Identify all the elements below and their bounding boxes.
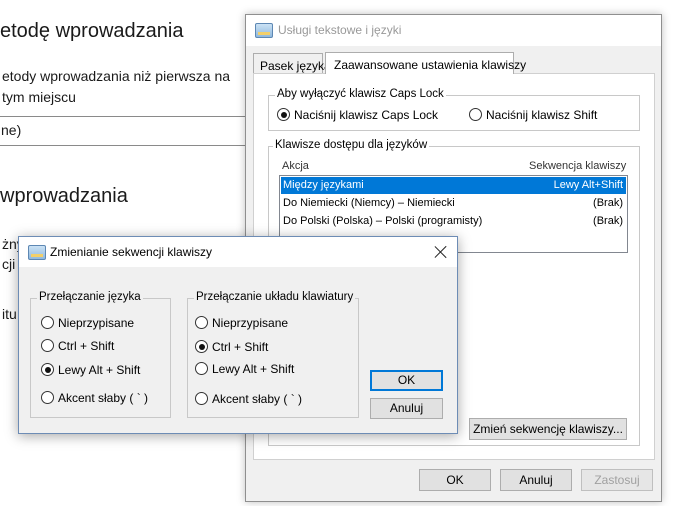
radio-unselected-icon	[41, 316, 54, 329]
row-sequence: Lewy Alt+Shift	[553, 179, 623, 191]
radio-selected-icon	[195, 340, 208, 353]
list-item[interactable]: Do Niemiecki (Niemcy) – Niemiecki (Brak)	[281, 195, 626, 212]
background-text-line-2: tym miejscu	[2, 89, 76, 105]
option-label: Akcent słaby ( ` )	[212, 392, 303, 406]
text-services-titlebar: Usługi tekstowe i języki	[246, 15, 661, 46]
row-sequence: (Brak)	[593, 197, 623, 209]
list-item[interactable]: Między językami Lewy Alt+Shift	[281, 177, 626, 194]
row-action: Do Polski (Polska) – Polski (programisty…	[283, 215, 483, 227]
radio-unselected-icon	[469, 108, 482, 121]
background-text-line-1: etody wprowadzania niż pierwsza na	[2, 68, 231, 84]
text-services-title: Usługi tekstowe i języki	[278, 23, 402, 37]
keyboard-layout-group: Przełączanie układu klawiatury Nieprzypi…	[187, 291, 359, 418]
ok-button[interactable]: OK	[419, 469, 491, 491]
dialog-titlebar: Zmienianie sekwencji klawiszy	[19, 237, 457, 267]
keyboard-app-icon	[28, 245, 46, 260]
option-label: Ctrl + Shift	[58, 339, 115, 353]
radio-selected-icon	[41, 363, 54, 376]
background-fragment-b: cji	[2, 256, 16, 272]
close-icon[interactable]	[433, 244, 449, 260]
radio-unselected-icon	[195, 316, 208, 329]
background-dropdown[interactable]: ne)	[0, 116, 246, 146]
radio-unselected-icon	[195, 392, 208, 405]
keyboard-layout-group-title: Przełączanie układu klawiatury	[194, 291, 356, 303]
layout-option-grave-accent[interactable]: Akcent słaby ( ` )	[195, 392, 302, 406]
row-action: Do Niemiecki (Niemcy) – Niemiecki	[283, 197, 455, 209]
language-option-left-alt-shift[interactable]: Lewy Alt + Shift	[41, 363, 140, 377]
keyboard-app-icon	[255, 23, 273, 38]
cancel-button[interactable]: Anuluj	[500, 469, 572, 491]
language-option-ctrl-shift[interactable]: Ctrl + Shift	[41, 339, 114, 353]
row-action: Między językami	[283, 179, 364, 191]
tab-language-bar[interactable]: Pasek języka	[253, 53, 331, 73]
radio-unselected-icon	[195, 362, 208, 375]
language-option-unassigned[interactable]: Nieprzypisane	[41, 316, 134, 330]
dialog-cancel-button[interactable]: Anuluj	[370, 398, 443, 419]
hotkeys-group-title: Klawisze dostępu dla języków	[273, 139, 430, 151]
layout-option-unassigned[interactable]: Nieprzypisane	[195, 316, 288, 330]
row-sequence: (Brak)	[593, 215, 623, 227]
change-key-sequence-dialog: Zmienianie sekwencji klawiszy Przełączan…	[18, 236, 458, 434]
capslock-option-label: Naciśnij klawisz Caps Lock	[294, 108, 439, 122]
background-heading-2: wprowadzania	[0, 185, 128, 207]
capslock-group: Aby wyłączyć klawisz Caps Lock Naciśnij …	[268, 88, 640, 131]
input-language-group-title: Przełączanie języka	[37, 291, 143, 303]
list-item[interactable]: Do Polski (Polska) – Polski (programisty…	[281, 213, 626, 230]
capslock-option-shift[interactable]: Naciśnij klawisz Shift	[469, 108, 597, 122]
column-key-sequence: Sekwencja klawiszy	[529, 160, 627, 172]
layout-option-left-alt-shift[interactable]: Lewy Alt + Shift	[195, 362, 294, 376]
option-label: Lewy Alt + Shift	[58, 363, 141, 377]
tab-advanced-key-settings[interactable]: Zaawansowane ustawienia klawiszy	[325, 52, 526, 74]
radio-unselected-icon	[41, 391, 54, 404]
change-key-sequence-button[interactable]: Zmień sekwencję klawiszy...	[469, 418, 627, 440]
language-option-grave-accent[interactable]: Akcent słaby ( ` )	[41, 391, 148, 405]
option-label: Akcent słaby ( ` )	[58, 391, 149, 405]
column-action: Akcja	[282, 160, 309, 172]
option-label: Lewy Alt + Shift	[212, 362, 295, 376]
layout-option-ctrl-shift[interactable]: Ctrl + Shift	[195, 340, 268, 354]
dialog-title: Zmienianie sekwencji klawiszy	[50, 245, 213, 259]
option-label: Ctrl + Shift	[212, 340, 269, 354]
radio-selected-icon	[277, 108, 290, 121]
option-label: Nieprzypisane	[212, 316, 289, 330]
radio-unselected-icon	[41, 339, 54, 352]
background-heading: etodę wprowadzania	[0, 20, 184, 42]
background-dropdown-value: ne)	[1, 122, 22, 138]
apply-button[interactable]: Zastosuj	[581, 469, 653, 491]
dialog-ok-button[interactable]: OK	[370, 370, 443, 391]
input-language-group: Przełączanie języka Nieprzypisane Ctrl +…	[30, 291, 171, 418]
capslock-group-title: Aby wyłączyć klawisz Caps Lock	[275, 88, 446, 100]
capslock-option-label: Naciśnij klawisz Shift	[486, 108, 598, 122]
option-label: Nieprzypisane	[58, 316, 135, 330]
capslock-option-capslock[interactable]: Naciśnij klawisz Caps Lock	[277, 108, 438, 122]
